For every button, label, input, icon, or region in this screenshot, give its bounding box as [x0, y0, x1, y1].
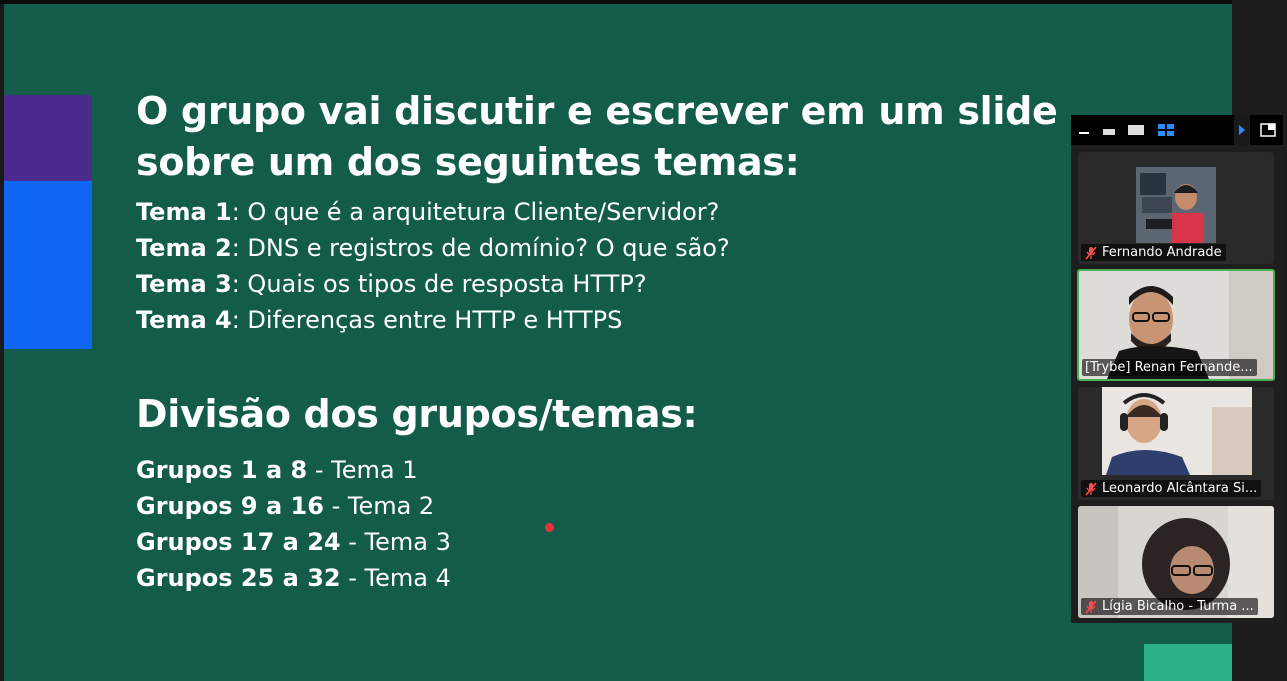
- topic-item: Tema 2: DNS e registros de domínio? O qu…: [136, 230, 730, 266]
- topic-label: Tema 2: [136, 234, 232, 262]
- laser-pointer-dot: [545, 523, 554, 532]
- group-label: Grupos 17 a 24: [136, 528, 341, 556]
- minimize-icon[interactable]: [1075, 115, 1093, 145]
- microphone-muted-icon: [1084, 600, 1098, 614]
- speaker-view-icon[interactable]: [1125, 115, 1147, 145]
- topic-item: Tema 4: Diferenças entre HTTP e HTTPS: [136, 302, 730, 338]
- participant-name: [Trybe] Renan Fernande...: [1085, 360, 1253, 375]
- participant-name-label: [Trybe] Renan Fernande...: [1082, 359, 1257, 376]
- topic-item: Tema 1: O que é a arquitetura Cliente/Se…: [136, 194, 730, 230]
- participant-tile-active-speaker[interactable]: [Trybe] Renan Fernande...: [1077, 269, 1275, 381]
- topic-label: Tema 1: [136, 198, 232, 226]
- group-item: Grupos 25 a 32 - Tema 4: [136, 560, 451, 596]
- gallery-view-icon[interactable]: [1155, 115, 1177, 145]
- participant-tile[interactable]: Lígia Bicalho - Turma ...: [1078, 506, 1274, 618]
- topic-item: Tema 3: Quais os tipos de resposta HTTP?: [136, 266, 730, 302]
- topic-label: Tema 3: [136, 270, 232, 298]
- group-item: Grupos 9 a 16 - Tema 2: [136, 488, 451, 524]
- participant-tile[interactable]: Leonardo Alcântara Si...: [1078, 387, 1274, 500]
- exit-fullscreen-icon[interactable]: [1257, 115, 1279, 145]
- microphone-muted-icon: [1084, 246, 1098, 260]
- slide-subtitle: Divisão dos grupos/temas:: [136, 392, 698, 436]
- topic-text: : O que é a arquitetura Cliente/Servidor…: [231, 198, 720, 226]
- accent-bar-mint: [1144, 644, 1232, 681]
- participant-name-label: Fernando Andrade: [1081, 244, 1226, 261]
- group-item: Grupos 1 a 8 - Tema 1: [136, 452, 451, 488]
- group-item: Grupos 17 a 24 - Tema 3: [136, 524, 451, 560]
- strip-view-icon[interactable]: [1099, 115, 1119, 145]
- group-text: - Tema 2: [323, 492, 435, 520]
- group-list: Grupos 1 a 8 - Tema 1 Grupos 9 a 16 - Te…: [136, 452, 451, 596]
- accent-bar-purple: [4, 95, 92, 181]
- slide-title-line-1: O grupo vai discutir e escrever em um sl…: [136, 89, 1058, 133]
- slide-title: O grupo vai discutir e escrever em um sl…: [136, 86, 1096, 188]
- shared-slide: O grupo vai discutir e escrever em um sl…: [4, 4, 1232, 681]
- slide-title-line-2: sobre um dos seguintes temas:: [136, 140, 800, 184]
- topic-text: : Quais os tipos de resposta HTTP?: [231, 270, 647, 298]
- participant-video: [1136, 167, 1216, 243]
- accent-bar-blue: [4, 181, 92, 349]
- video-participants-panel: Fernando Andrade [Trybe] Renan Fernande.…: [1071, 115, 1283, 623]
- group-text: - Tema 4: [340, 564, 451, 592]
- group-label: Grupos 1 a 8: [136, 456, 308, 484]
- participant-name-label: Lígia Bicalho - Turma ...: [1081, 598, 1258, 615]
- next-page-icon[interactable]: [1234, 115, 1250, 145]
- group-text: - Tema 1: [307, 456, 418, 484]
- participant-name-label: Leonardo Alcântara Si...: [1081, 480, 1262, 497]
- topic-text: : DNS e registros de domínio? O que são?: [231, 234, 730, 262]
- video-panel-toolbar: [1071, 115, 1283, 145]
- participant-name: Leonardo Alcântara Si...: [1102, 481, 1258, 496]
- participant-video: [1102, 387, 1252, 475]
- topic-text: : Diferenças entre HTTP e HTTPS: [231, 306, 623, 334]
- group-label: Grupos 25 a 32: [136, 564, 341, 592]
- group-text: - Tema 3: [340, 528, 451, 556]
- group-label: Grupos 9 a 16: [136, 492, 324, 520]
- microphone-muted-icon: [1084, 482, 1098, 496]
- topic-list: Tema 1: O que é a arquitetura Cliente/Se…: [136, 194, 730, 338]
- participant-tile[interactable]: Fernando Andrade: [1078, 152, 1274, 264]
- participant-name: Fernando Andrade: [1102, 245, 1222, 260]
- topic-label: Tema 4: [136, 306, 232, 334]
- participant-name: Lígia Bicalho - Turma ...: [1102, 599, 1254, 614]
